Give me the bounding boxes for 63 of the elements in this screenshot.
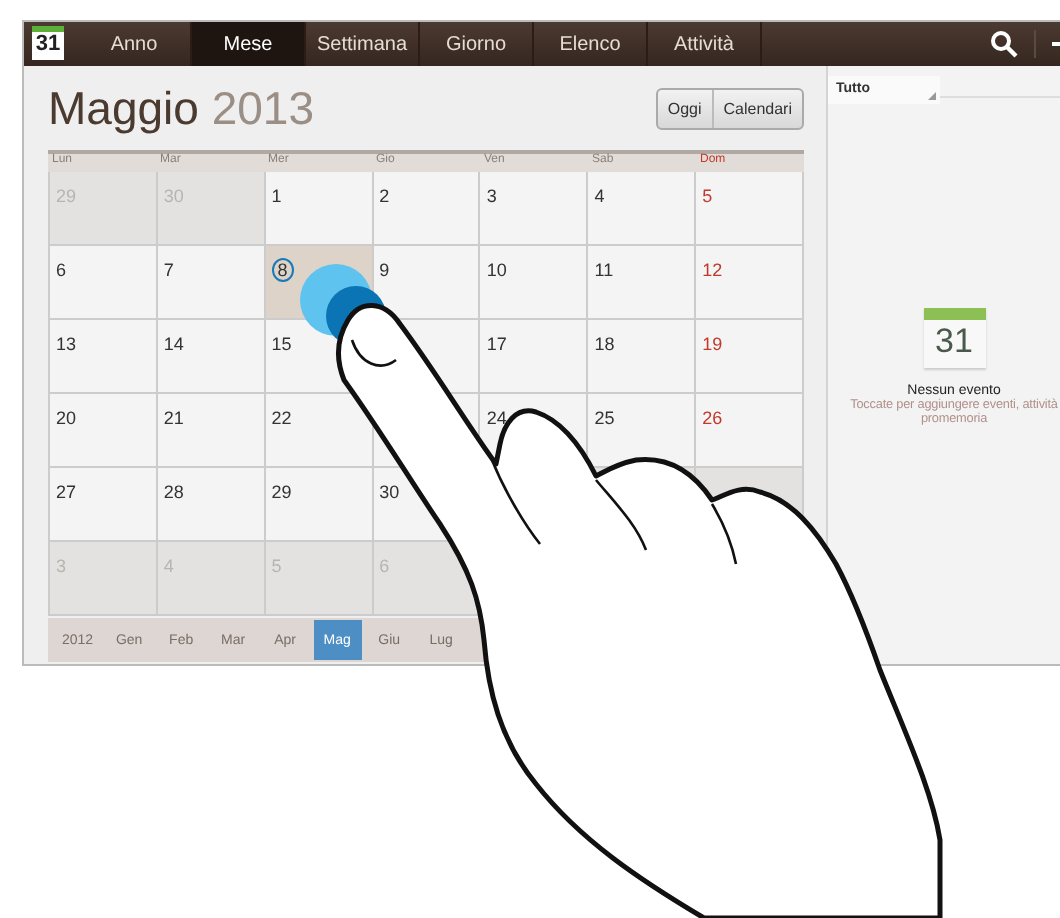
day-cell[interactable]: 26 — [696, 394, 804, 468]
day-number: 3 — [486, 186, 497, 206]
day-number: 6 — [56, 260, 67, 280]
day-cell[interactable]: 17 — [480, 320, 589, 394]
day-cell[interactable]: 5 — [696, 172, 804, 246]
day-number: 7 — [163, 260, 174, 280]
day-cell[interactable]: 7 — [157, 246, 266, 320]
view-tab[interactable]: Giorno — [420, 22, 534, 66]
view-tab[interactable]: Settimana — [306, 22, 420, 66]
day-number: 2 — [379, 186, 390, 206]
day-number: 4 — [594, 186, 605, 206]
day-cell[interactable]: 9 — [373, 246, 481, 320]
day-number: 27 — [56, 482, 77, 502]
calendar-app-icon[interactable]: 31 — [32, 26, 64, 60]
day-number: 28 — [163, 482, 184, 502]
header-button[interactable]: Oggi — [657, 89, 712, 127]
calendar-icon: 31 — [923, 308, 985, 368]
day-number: 26 — [702, 408, 723, 428]
day-number: 9 — [379, 260, 390, 280]
day-number: 20 — [56, 408, 77, 428]
day-number: 21 — [163, 408, 184, 428]
day-cell[interactable]: 10 — [480, 246, 589, 320]
day-number: 18 — [594, 334, 615, 354]
day-cell[interactable]: 20 — [50, 394, 158, 468]
view-tab[interactable]: Elenco — [534, 22, 648, 66]
day-cell[interactable]: 19 — [696, 320, 804, 394]
day-number: 12 — [702, 260, 723, 280]
day-number: 1 — [271, 186, 282, 206]
day-cell[interactable]: 2 — [373, 172, 481, 246]
day-number: 10 — [486, 260, 507, 280]
day-number: 5 — [702, 186, 713, 206]
day-cell[interactable]: 4 — [588, 172, 697, 246]
day-number: 8 — [271, 258, 294, 282]
view-tab[interactable]: Attività — [648, 22, 762, 66]
day-cell[interactable]: 27 — [50, 468, 158, 542]
day-cell[interactable]: 28 — [157, 468, 266, 542]
day-cell[interactable]: 3 — [480, 172, 589, 246]
day-cell[interactable]: 21 — [157, 394, 266, 468]
day-number: 15 — [271, 334, 292, 354]
day-number: 22 — [271, 408, 292, 428]
day-cell[interactable]: 6 — [50, 246, 158, 320]
day-cell[interactable]: 14 — [157, 320, 266, 394]
day-number: 19 — [702, 334, 723, 354]
header-button[interactable]: Calendari — [711, 89, 802, 127]
day-number: 29 — [271, 482, 292, 502]
day-cell[interactable]: 11 — [588, 246, 697, 320]
day-cell[interactable]: 1 — [265, 172, 374, 246]
day-number: 14 — [163, 334, 184, 354]
day-cell[interactable]: 18 — [588, 320, 697, 394]
day-cell[interactable]: 25 — [588, 394, 697, 468]
month-title: Maggio 2013 — [48, 81, 314, 135]
day-number: 25 — [594, 408, 615, 428]
view-tab[interactable]: Mese — [192, 22, 306, 66]
day-number: 30 — [379, 482, 400, 502]
day-cell[interactable]: 12 — [696, 246, 804, 320]
day-cell[interactable]: 29 — [265, 468, 374, 542]
day-cell[interactable]: 13 — [50, 320, 158, 394]
search-icon[interactable] — [990, 30, 1018, 58]
day-number: 17 — [486, 334, 507, 354]
day-number: 24 — [486, 408, 507, 428]
day-cell[interactable]: 22 — [265, 394, 374, 468]
day-number: 13 — [56, 334, 77, 354]
day-number: 11 — [594, 260, 614, 280]
